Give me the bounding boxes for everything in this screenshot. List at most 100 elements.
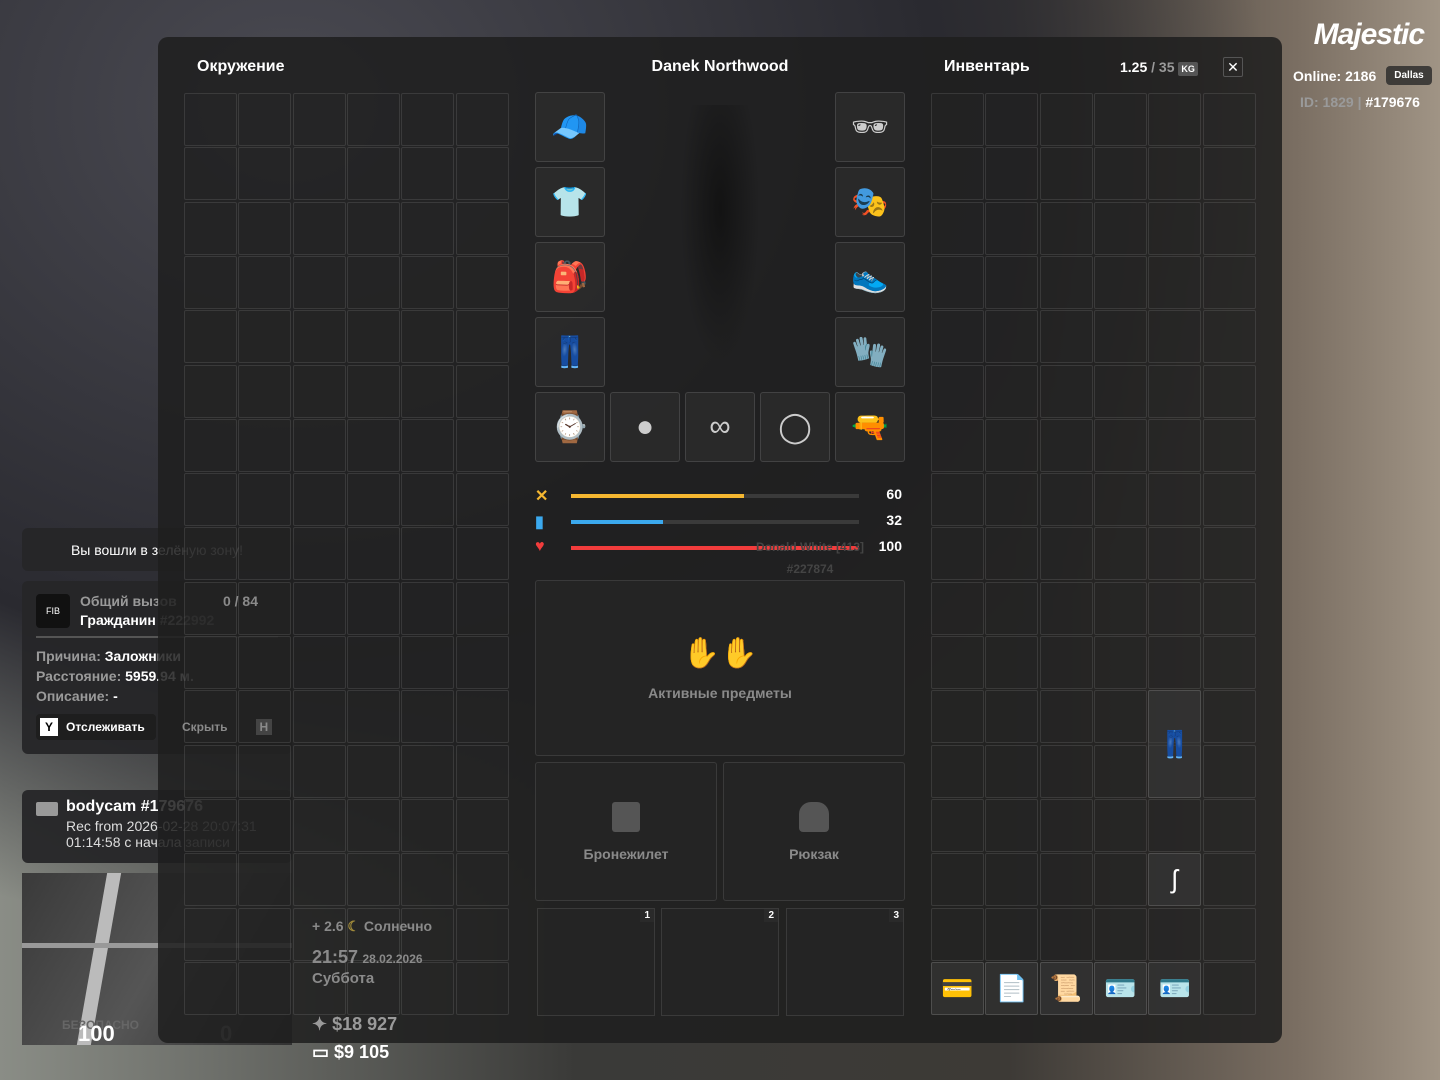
grid-cell[interactable] — [985, 798, 1039, 852]
grid-cell[interactable] — [238, 147, 292, 201]
grid-cell[interactable] — [1148, 93, 1202, 146]
grid-cell[interactable] — [985, 690, 1039, 744]
grid-cell[interactable] — [1093, 581, 1147, 635]
grid-cell[interactable] — [1202, 93, 1256, 146]
grid-cell[interactable] — [292, 310, 346, 364]
grid-cell[interactable] — [455, 636, 509, 689]
quickslot-2[interactable]: 2 — [661, 908, 779, 1016]
grid-cell[interactable] — [1093, 744, 1147, 798]
grid-cell[interactable] — [184, 690, 237, 744]
grid-cell[interactable] — [455, 201, 509, 255]
grid-cell[interactable] — [1148, 201, 1202, 255]
grid-cell[interactable] — [1093, 690, 1147, 744]
grid-cell[interactable] — [985, 581, 1039, 635]
grid-cell[interactable] — [184, 853, 237, 907]
grid-cell[interactable] — [1202, 527, 1256, 581]
grid-cell[interactable] — [1039, 364, 1093, 418]
item-id-card-2[interactable]: 🪪 — [1148, 961, 1202, 1016]
grid-cell[interactable] — [1202, 310, 1256, 364]
grid-cell[interactable] — [931, 201, 984, 255]
grid-cell[interactable] — [292, 364, 346, 418]
hide-button[interactable]: Скрыть H — [182, 719, 273, 735]
grid-cell[interactable] — [455, 527, 509, 581]
equip-slot-watch[interactable]: ⌚ — [535, 392, 605, 462]
equip-slot-bracelet[interactable]: ◯ — [760, 392, 830, 462]
grid-cell[interactable] — [931, 907, 984, 961]
grid-cell[interactable] — [455, 418, 509, 472]
grid-cell[interactable] — [238, 473, 292, 527]
grid-cell[interactable] — [238, 527, 292, 581]
grid-cell[interactable] — [346, 798, 400, 852]
grid-cell[interactable] — [184, 798, 237, 852]
grid-cell[interactable] — [292, 201, 346, 255]
grid-cell[interactable] — [931, 364, 984, 418]
grid-cell[interactable] — [455, 147, 509, 201]
grid-cell[interactable] — [931, 473, 984, 527]
grid-cell[interactable] — [1202, 473, 1256, 527]
grid-cell[interactable] — [1202, 255, 1256, 309]
grid-cell[interactable] — [184, 907, 237, 961]
grid-cell[interactable] — [931, 310, 984, 364]
grid-cell[interactable] — [238, 201, 292, 255]
grid-cell[interactable] — [1202, 364, 1256, 418]
grid-cell[interactable] — [985, 744, 1039, 798]
grid-cell[interactable] — [401, 581, 455, 635]
grid-cell[interactable] — [346, 310, 400, 364]
equip-slot-balaclava[interactable]: ● — [610, 392, 680, 462]
grid-cell[interactable] — [1148, 636, 1202, 689]
grid-cell[interactable] — [401, 201, 455, 255]
grid-cell[interactable] — [1039, 581, 1093, 635]
grid-cell[interactable] — [1202, 907, 1256, 961]
grid-cell[interactable] — [1202, 201, 1256, 255]
grid-cell[interactable] — [1039, 636, 1093, 689]
item-certificate[interactable]: 📜 — [1039, 961, 1093, 1016]
active-items-slot[interactable]: ✋✋ Активные предметы — [535, 580, 905, 756]
grid-cell[interactable] — [401, 147, 455, 201]
armor-slot[interactable]: Бронежилет — [535, 762, 717, 901]
equip-slot-cap[interactable]: 🧢 — [535, 92, 605, 162]
grid-cell[interactable] — [1093, 907, 1147, 961]
grid-cell[interactable] — [292, 798, 346, 852]
grid-cell[interactable] — [401, 364, 455, 418]
grid-cell[interactable] — [1093, 201, 1147, 255]
equip-slot-earrings[interactable]: ∞ — [685, 392, 755, 462]
grid-cell[interactable] — [1093, 310, 1147, 364]
grid-cell[interactable] — [1039, 255, 1093, 309]
track-button[interactable]: Y Отслеживать — [36, 714, 156, 740]
grid-cell[interactable] — [401, 690, 455, 744]
grid-cell[interactable] — [1202, 744, 1256, 798]
grid-cell[interactable] — [184, 201, 237, 255]
equip-slot-gloves[interactable]: 🧤 — [835, 317, 905, 387]
grid-cell[interactable] — [346, 364, 400, 418]
grid-cell[interactable] — [985, 93, 1039, 146]
grid-cell[interactable] — [1039, 798, 1093, 852]
grid-cell[interactable] — [346, 527, 400, 581]
grid-cell[interactable] — [184, 93, 237, 146]
grid-cell[interactable] — [1093, 636, 1147, 689]
grid-cell[interactable] — [346, 93, 400, 146]
grid-cell[interactable] — [985, 310, 1039, 364]
grid-cell[interactable] — [931, 744, 984, 798]
grid-cell[interactable] — [184, 364, 237, 418]
grid-cell[interactable] — [238, 418, 292, 472]
grid-cell[interactable] — [1039, 527, 1093, 581]
grid-cell[interactable] — [455, 364, 509, 418]
grid-cell[interactable] — [455, 744, 509, 798]
grid-cell[interactable] — [238, 744, 292, 798]
backpack-slot[interactable]: Рюкзак — [723, 762, 905, 901]
grid-cell[interactable] — [1148, 255, 1202, 309]
grid-cell[interactable] — [931, 147, 984, 201]
grid-cell[interactable] — [985, 473, 1039, 527]
grid-cell[interactable] — [1093, 93, 1147, 146]
grid-cell[interactable] — [401, 310, 455, 364]
grid-cell[interactable] — [1039, 744, 1093, 798]
equip-slot-shoes[interactable]: 👟 — [835, 242, 905, 312]
grid-cell[interactable] — [346, 690, 400, 744]
grid-cell[interactable] — [184, 527, 237, 581]
grid-cell[interactable] — [292, 147, 346, 201]
grid-cell[interactable] — [346, 201, 400, 255]
grid-cell[interactable] — [1093, 527, 1147, 581]
grid-cell[interactable] — [1202, 798, 1256, 852]
grid-cell[interactable] — [931, 93, 984, 146]
grid-cell[interactable] — [985, 418, 1039, 472]
